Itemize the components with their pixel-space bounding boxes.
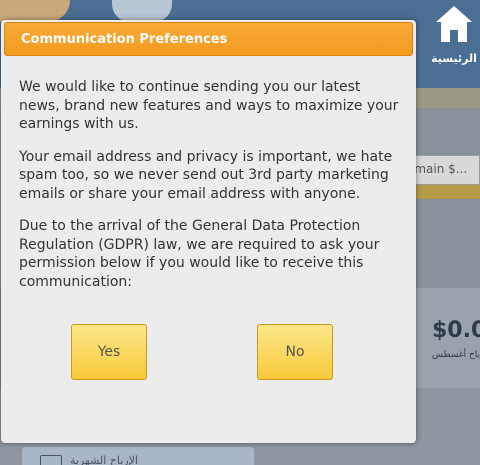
chart-icon [40, 455, 62, 465]
no-button[interactable]: No [257, 324, 333, 380]
dialog-paragraph-gdpr: Due to the arrival of the General Data P… [19, 218, 380, 290]
dialog-body: We would like to continue sending you ou… [19, 78, 403, 305]
app-screen: الرئيسية omain $... $0.0 أرباح أغسطس الإ… [0, 0, 480, 465]
logo-mark [112, 0, 172, 22]
earnings-label: أرباح أغسطس [432, 350, 480, 360]
dialog-paragraph-news: We would like to continue sending you ou… [19, 79, 399, 132]
dialog-header: Communication Preferences [4, 22, 413, 56]
home-label: الرئيسية [431, 52, 477, 65]
logo [0, 0, 70, 22]
home-button[interactable]: الرئيسية [428, 0, 480, 88]
yes-button[interactable]: Yes [71, 324, 147, 380]
earnings-amount: $0.0 [432, 318, 480, 343]
communication-preferences-dialog: Communication Preferences We would like … [1, 20, 416, 443]
dialog-title: Communication Preferences [21, 32, 228, 47]
dialog-paragraph-privacy: Your email address and privacy is import… [19, 148, 393, 202]
home-icon [436, 6, 472, 42]
monthly-earnings-label: الإرباح الشهرية [70, 454, 138, 465]
